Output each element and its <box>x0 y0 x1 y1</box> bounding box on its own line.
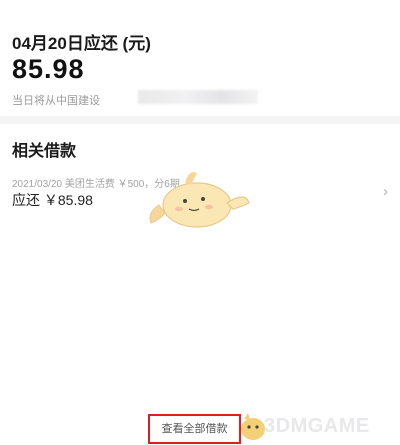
related-loans-title: 相关借款 <box>12 143 77 160</box>
due-amount: 85.98 <box>12 54 85 84</box>
auto-debit-note: 当日将从中国建设 <box>12 95 100 107</box>
due-date-title: 04月20日应还 (元) <box>12 34 151 53</box>
watermark-text: 3DMGAME <box>264 415 370 437</box>
loan-repay-amount: 应还 ￥85.98 <box>12 192 93 208</box>
repayment-summary-card: 04月20日应还 (元) 85.98 当日将从中国建设 <box>0 0 400 116</box>
redacted-bank-info <box>138 90 258 104</box>
chevron-right-icon: › <box>383 183 388 200</box>
whale-sticker-icon <box>149 172 250 228</box>
view-all-loans-button[interactable]: 查看全部借款 <box>148 414 241 444</box>
watermark: 3DMGAME <box>238 408 400 445</box>
